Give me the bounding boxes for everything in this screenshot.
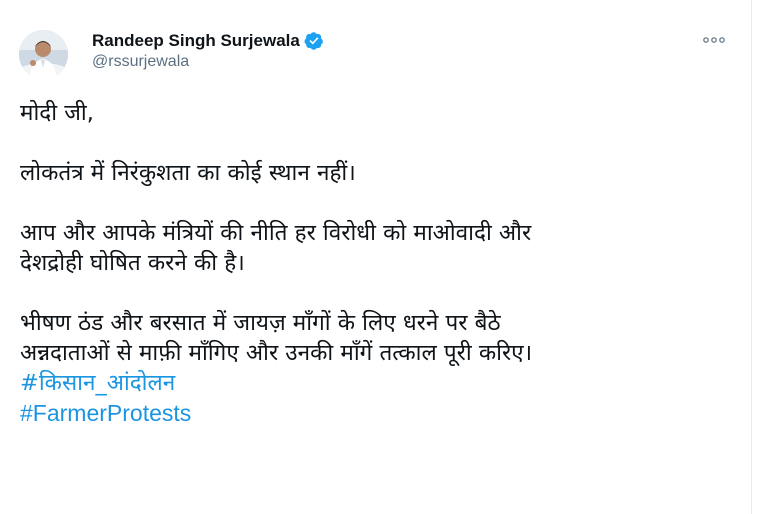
tweet-line: आप और आपके मंत्रियों की नीति हर विरोधी क… — [20, 220, 532, 246]
author-handle[interactable]: @rssurjewala — [92, 53, 189, 71]
hashtag-link-farmer-protests[interactable]: #FarmerProtests — [20, 398, 740, 428]
more-options-icon[interactable] — [698, 28, 730, 52]
tweet-card: Randeep Singh Surjewala @rssurjewala मोद… — [0, 0, 752, 514]
avatar[interactable] — [19, 30, 68, 79]
tweet-line: अन्नदाताओं से माफ़ी माँगिए और उनकी माँगे… — [20, 340, 533, 366]
tweet-line: भीषण ठंड और बरसात में जायज़ माँगों के लि… — [20, 310, 501, 336]
hashtag-link-kisan-andolan[interactable]: #किसान_आंदोलन — [20, 368, 740, 398]
tweet-line: देशद्रोही घोषित करने की है। — [20, 250, 245, 276]
tweet-line: मोदी जी, — [20, 100, 94, 126]
author-display-name[interactable]: Randeep Singh Surjewala — [92, 31, 300, 51]
tweet-text: मोदी जी, लोकतंत्र में निरंकुशता का कोई स… — [20, 98, 740, 428]
tweet-line: लोकतंत्र में निरंकुशता का कोई स्थान नहीं… — [20, 160, 356, 186]
author-name-row[interactable]: Randeep Singh Surjewala — [92, 30, 324, 52]
verified-badge-icon — [304, 31, 324, 51]
